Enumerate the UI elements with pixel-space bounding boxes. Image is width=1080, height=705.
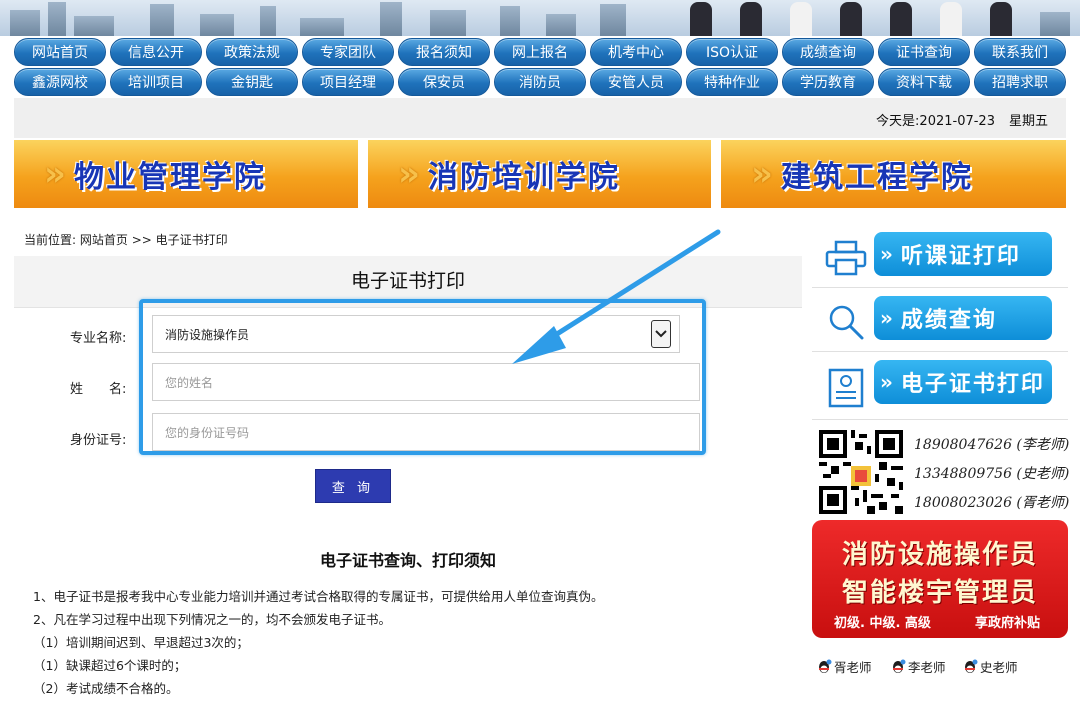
current-date: 今天是:2021-07-23 星期五 — [876, 110, 1048, 129]
weekday-text: 星期五 — [1008, 114, 1048, 129]
sidebar-item-score-query[interactable]: » 成绩查询 — [812, 290, 1068, 352]
college-title: 物业管理学院 — [73, 160, 266, 195]
search-icon — [829, 305, 864, 340]
promo-levels: 初级. 中级. 高级 — [834, 616, 931, 631]
nav-item[interactable]: ISO认证 — [686, 38, 778, 66]
nav-row-2: 鑫源网校 培训项目 金钥匙 项目经理 保安员 消防员 安管人员 特种作业 学历教… — [14, 68, 1066, 96]
phone-number: 18008023026 (胥老师) — [914, 495, 1070, 511]
nav-item[interactable]: 保安员 — [398, 68, 490, 96]
notice-line: （1）培训期间迟到、早退超过3次的； — [33, 635, 249, 650]
qq-contact-name: 史老师 — [980, 660, 1018, 675]
qq-penguin-icon — [819, 659, 832, 673]
nav-item[interactable]: 安管人员 — [590, 68, 682, 96]
sidebar-button-label: 听课证打印 — [900, 244, 1021, 269]
notice-line: （2）考试成绩不合格的。 — [33, 681, 179, 696]
date-text: 今天是:2021-07-23 — [876, 114, 995, 129]
header-banner — [0, 0, 1080, 36]
sidebar-button-label: 电子证书打印 — [900, 372, 1045, 397]
double-chevron-icon: » — [398, 154, 420, 194]
nav-item[interactable]: 信息公开 — [110, 38, 202, 66]
nav-item[interactable]: 网上报名 — [494, 38, 586, 66]
nav-item[interactable]: 专家团队 — [302, 38, 394, 66]
nav-item[interactable]: 金钥匙 — [206, 68, 298, 96]
panel-header: 电子证书打印 — [14, 256, 802, 308]
notice-title: 电子证书查询、打印须知 — [319, 551, 496, 570]
qq-contact[interactable]: 胥老师 — [816, 657, 872, 676]
nav-item[interactable]: 招聘求职 — [974, 68, 1066, 96]
qr-code-icon — [819, 430, 903, 514]
nav-row-1: 网站首页 信息公开 政策法规 专家团队 报名须知 网上报名 机考中心 ISO认证… — [14, 38, 1066, 66]
qq-penguin-icon — [965, 659, 978, 673]
name-label: 姓 名: — [70, 382, 127, 397]
date-bar: 今天是:2021-07-23 星期五 — [14, 98, 1066, 138]
sidebar-item-attendance-print[interactable]: » 听课证打印 — [812, 226, 1068, 288]
name-input[interactable]: 您的姓名 — [152, 363, 700, 401]
double-chevron-icon: » — [44, 154, 66, 194]
double-chevron-icon: » — [751, 154, 773, 194]
promo-banner[interactable]: 消防设施操作员 智能楼宇管理员 初级. 中级. 高级 享政府补贴 — [812, 520, 1068, 638]
nav-item[interactable]: 联系我们 — [974, 38, 1066, 66]
id-label: 身份证号: — [70, 433, 127, 448]
double-chevron-icon: » — [880, 370, 895, 394]
double-chevron-icon: » — [880, 306, 895, 330]
college-title: 消防培训学院 — [427, 160, 620, 195]
nav-item[interactable]: 政策法规 — [206, 38, 298, 66]
major-select[interactable]: 消防设施操作员 — [152, 315, 680, 353]
nav-item[interactable]: 特种作业 — [686, 68, 778, 96]
breadcrumb-separator: >> — [131, 233, 152, 247]
nav-item[interactable]: 成绩查询 — [782, 38, 874, 66]
breadcrumb: 当前位置: 网站首页 >> 电子证书打印 — [24, 231, 228, 248]
college-banner-construction[interactable]: » 建筑工程学院 — [721, 140, 1066, 208]
promo-subsidy: 享政府补贴 — [974, 616, 1040, 631]
breadcrumb-prefix: 当前位置: — [24, 233, 77, 247]
notice-line: 1、电子证书是报考我中心专业能力培训并通过考试合格取得的专属证书，可提供给用人单… — [33, 589, 604, 604]
double-chevron-icon: » — [880, 242, 895, 266]
nav-item[interactable]: 培训项目 — [110, 68, 202, 96]
nav-item[interactable]: 机考中心 — [590, 38, 682, 66]
breadcrumb-current: 电子证书打印 — [155, 233, 228, 247]
breadcrumb-home-link[interactable]: 网站首页 — [80, 233, 128, 247]
qq-contact-name: 胥老师 — [834, 660, 872, 675]
major-label: 专业名称: — [70, 331, 127, 346]
page-title: 电子证书打印 — [350, 270, 465, 292]
sidebar-button-label: 成绩查询 — [900, 308, 997, 333]
nav-item[interactable]: 报名须知 — [398, 38, 490, 66]
nav-item[interactable]: 项目经理 — [302, 68, 394, 96]
major-selected-value: 消防设施操作员 — [165, 327, 250, 342]
phone-number: 13348809756 (史老师) — [914, 466, 1070, 482]
sidebar-item-certificate-print[interactable]: » 电子证书打印 — [812, 354, 1068, 420]
nav-item[interactable]: 学历教育 — [782, 68, 874, 96]
sidebar-button: » 听课证打印 — [874, 232, 1052, 276]
promo-line-2: 智能楼宇管理员 — [841, 578, 1038, 608]
phone-number: 18908047626 (李老师) — [914, 437, 1070, 453]
sidebar-button: » 成绩查询 — [874, 296, 1052, 340]
printer-icon — [825, 240, 867, 276]
qq-contact[interactable]: 史老师 — [962, 657, 1018, 676]
id-number-input[interactable]: 您的身份证号码 — [152, 413, 700, 451]
qq-penguin-icon — [893, 659, 906, 673]
college-title: 建筑工程学院 — [780, 160, 973, 195]
nav-item[interactable]: 消防员 — [494, 68, 586, 96]
certificate-icon — [828, 368, 864, 408]
query-button[interactable]: 查 询 — [315, 469, 391, 503]
notice-line: （1）缺课超过6个课时的； — [33, 658, 187, 673]
qq-contact-name: 李老师 — [908, 660, 946, 675]
nav-item[interactable]: 证书查询 — [878, 38, 970, 66]
qq-contact[interactable]: 李老师 — [890, 657, 946, 676]
nav-item[interactable]: 资料下载 — [878, 68, 970, 96]
notice-line: 2、凡在学习过程中出现下列情况之一的，均不会颁发电子证书。 — [33, 612, 391, 627]
college-banner-fire[interactable]: » 消防培训学院 — [368, 140, 711, 208]
sidebar-button: » 电子证书打印 — [874, 360, 1052, 404]
promo-line-1: 消防设施操作员 — [841, 540, 1038, 570]
main-nav: 网站首页 信息公开 政策法规 专家团队 报名须知 网上报名 机考中心 ISO认证… — [14, 36, 1066, 98]
chevron-down-icon[interactable] — [651, 320, 671, 348]
nav-item[interactable]: 鑫源网校 — [14, 68, 106, 96]
college-banner-property[interactable]: » 物业管理学院 — [14, 140, 358, 208]
nav-item[interactable]: 网站首页 — [14, 38, 106, 66]
